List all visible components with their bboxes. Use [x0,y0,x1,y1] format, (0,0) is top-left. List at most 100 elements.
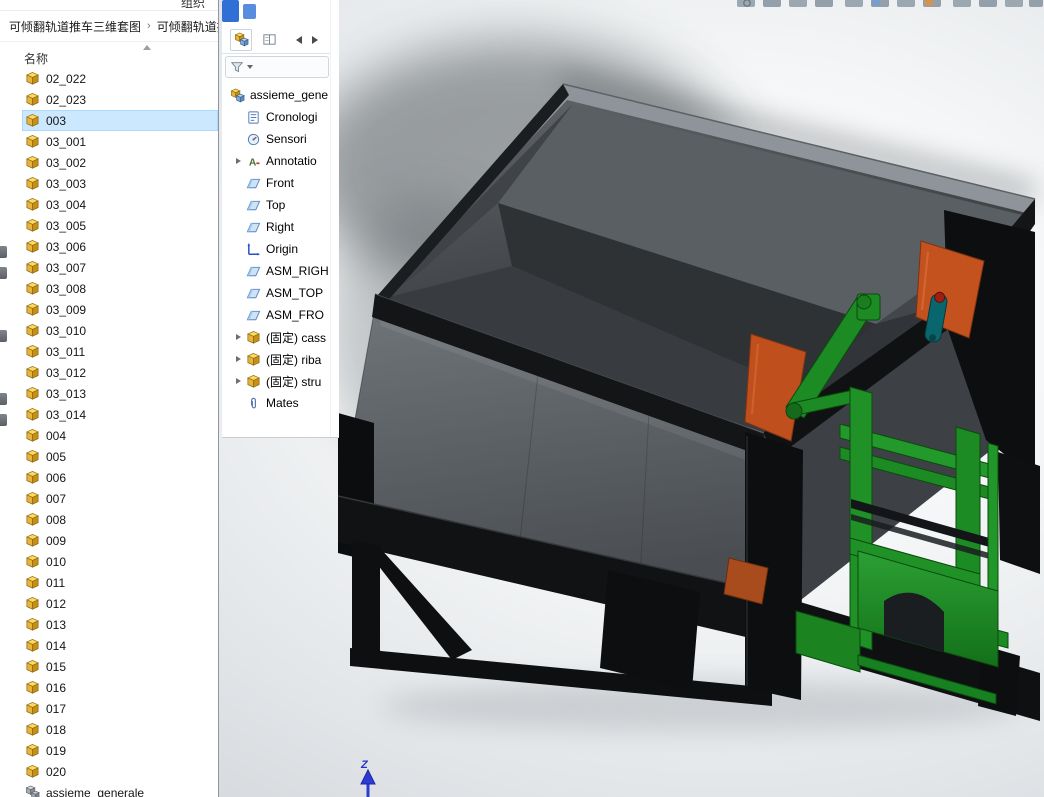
file-item[interactable]: 015 [22,656,218,677]
part-file-icon [25,134,40,149]
featuremanager-panel: assieme_gene Cronologi Sensori Annotatio… [222,0,339,438]
file-item[interactable]: 02_023 [22,89,218,110]
file-item[interactable]: 009 [22,530,218,551]
part-file-icon [25,92,40,107]
file-item[interactable]: 03_005 [22,215,218,236]
tab-featuremanager[interactable] [230,28,252,51]
file-item[interactable]: 013 [22,614,218,635]
tree-item-asm-right-plane[interactable]: ASM_RIGH [222,260,331,282]
clipped-icon-fragment [0,246,7,258]
expand-arrow-icon[interactable] [230,378,246,384]
file-item[interactable]: 03_014 [22,404,218,425]
tree-item-asm-top-plane[interactable]: ASM_TOP [222,282,331,304]
tree-item-asm-front-plane[interactable]: ASM_FRO [222,304,331,326]
file-item[interactable]: 018 [22,719,218,740]
file-item[interactable]: 011 [22,572,218,593]
plane-icon [246,308,261,323]
expand-arrow-icon[interactable] [230,158,246,164]
file-item[interactable]: 03_003 [22,173,218,194]
part-file-icon [25,680,40,695]
sensors-icon [246,132,261,147]
file-item[interactable]: 03_002 [22,152,218,173]
clipped-app-icon [222,0,239,22]
tree-item-right-plane[interactable]: Right [222,216,331,238]
assembly-icon [234,32,249,47]
file-item[interactable]: 03_004 [22,194,218,215]
part-file-icon [25,323,40,338]
feature-tree: assieme_gene Cronologi Sensori Annotatio… [222,84,331,437]
plane-icon [246,220,261,235]
file-item[interactable]: assieme_generale [22,782,218,797]
assembly-icon [230,88,245,103]
tree-item-component-stru[interactable]: (固定) stru [222,370,331,392]
breadcrumb-segment[interactable]: 可倾翻轨道推 [153,15,218,38]
scene-svg: Z [305,0,1043,797]
part-file-icon [25,155,40,170]
tree-item-assembly-root[interactable]: assieme_gene [222,84,331,106]
part-file-icon [25,638,40,653]
triad-z-label: Z [360,759,369,771]
pane-collapse-left-icon[interactable] [296,35,302,44]
file-item[interactable]: 007 [22,488,218,509]
history-icon [246,110,261,125]
tree-item-front-plane[interactable]: Front [222,172,331,194]
tree-item-mates[interactable]: Mates [222,392,331,414]
heads-up-toolbar[interactable] [737,0,1043,7]
part-file-icon [25,491,40,506]
filter-funnel-icon [230,60,244,74]
part-file-icon [25,764,40,779]
file-item[interactable]: 012 [22,593,218,614]
file-item[interactable]: 006 [22,467,218,488]
breadcrumb-separator-icon: › [147,20,151,32]
pane-expand-right-icon[interactable] [312,35,318,44]
file-item[interactable]: 03_009 [22,299,218,320]
expand-arrow-icon[interactable] [230,356,246,362]
tree-item-annotations[interactable]: Annotatio [222,150,331,172]
file-item[interactable]: 020 [22,761,218,782]
tree-item-component-cass[interactable]: (固定) cass [222,326,331,348]
viewport-3d[interactable]: Z [218,0,1044,797]
organize-button[interactable]: 组织 [181,0,205,10]
file-item[interactable]: 004 [22,425,218,446]
file-item[interactable]: 008 [22,509,218,530]
file-item[interactable]: 017 [22,698,218,719]
origin-icon [246,242,261,257]
display-pane-icon [262,32,277,47]
file-item[interactable]: 03_008 [22,278,218,299]
tree-item-sensors[interactable]: Sensori [222,128,331,150]
file-item[interactable]: 02_022 [22,68,218,89]
tab-display-pane[interactable] [258,29,280,51]
part-file-icon [25,386,40,401]
part-file-icon [25,239,40,254]
expand-arrow-icon[interactable] [230,334,246,340]
tree-item-origin[interactable]: Origin [222,238,331,260]
file-item[interactable]: 03_012 [22,362,218,383]
file-item[interactable]: 014 [22,635,218,656]
file-item[interactable]: 005 [22,446,218,467]
part-icon [246,374,261,389]
mates-paperclip-icon [246,396,261,411]
file-item[interactable]: 03_007 [22,257,218,278]
part-file-icon [25,617,40,632]
part-file-icon [25,575,40,590]
name-column-header[interactable]: 名称 [24,50,48,67]
file-item[interactable]: 03_006 [22,236,218,257]
tree-filter-box[interactable] [225,56,329,78]
assembly-file-icon [25,785,40,797]
file-item[interactable]: 019 [22,740,218,761]
tree-item-component-riba[interactable]: (固定) riba [222,348,331,370]
breadcrumb-segment[interactable]: 可倾翻轨道推车三维套图 [5,15,145,38]
part-file-icon [25,113,40,128]
part-file-icon [25,197,40,212]
file-item-selected[interactable]: 003 [22,110,218,131]
file-item[interactable]: 03_001 [22,131,218,152]
file-item[interactable]: 010 [22,551,218,572]
tree-item-top-plane[interactable]: Top [222,194,331,216]
file-item[interactable]: 03_010 [22,320,218,341]
tree-item-history[interactable]: Cronologi [222,106,331,128]
file-item[interactable]: 03_011 [22,341,218,362]
part-file-icon [25,722,40,737]
file-item[interactable]: 03_013 [22,383,218,404]
part-file-icon [25,302,40,317]
file-item[interactable]: 016 [22,677,218,698]
